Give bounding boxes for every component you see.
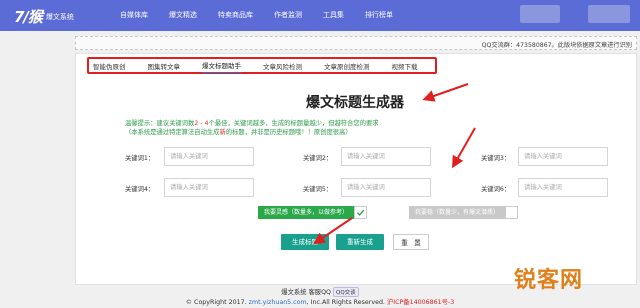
footer-brand: 爆文系统 客服QQ (281, 289, 331, 296)
copyright-text: © CopyRight 2017. (185, 299, 247, 306)
site-link[interactable]: zmt.yizhuan5.com (249, 299, 307, 306)
qq-chat-badge[interactable]: QQ交谈 (333, 287, 359, 297)
footer-line-2: © CopyRight 2017. zmt.yizhuan5.com, Inc.… (0, 297, 640, 306)
icp-link[interactable]: 沪ICP备14006861号-3 (387, 299, 454, 306)
arrow-to-generate-icon (313, 217, 353, 245)
watermark-logo: 锐客网 (514, 268, 584, 293)
rights-text: , Inc.All Rights Reserved. (306, 299, 385, 306)
arrow-to-title-icon (422, 83, 469, 102)
arrow-to-inputs-icon (452, 127, 476, 169)
